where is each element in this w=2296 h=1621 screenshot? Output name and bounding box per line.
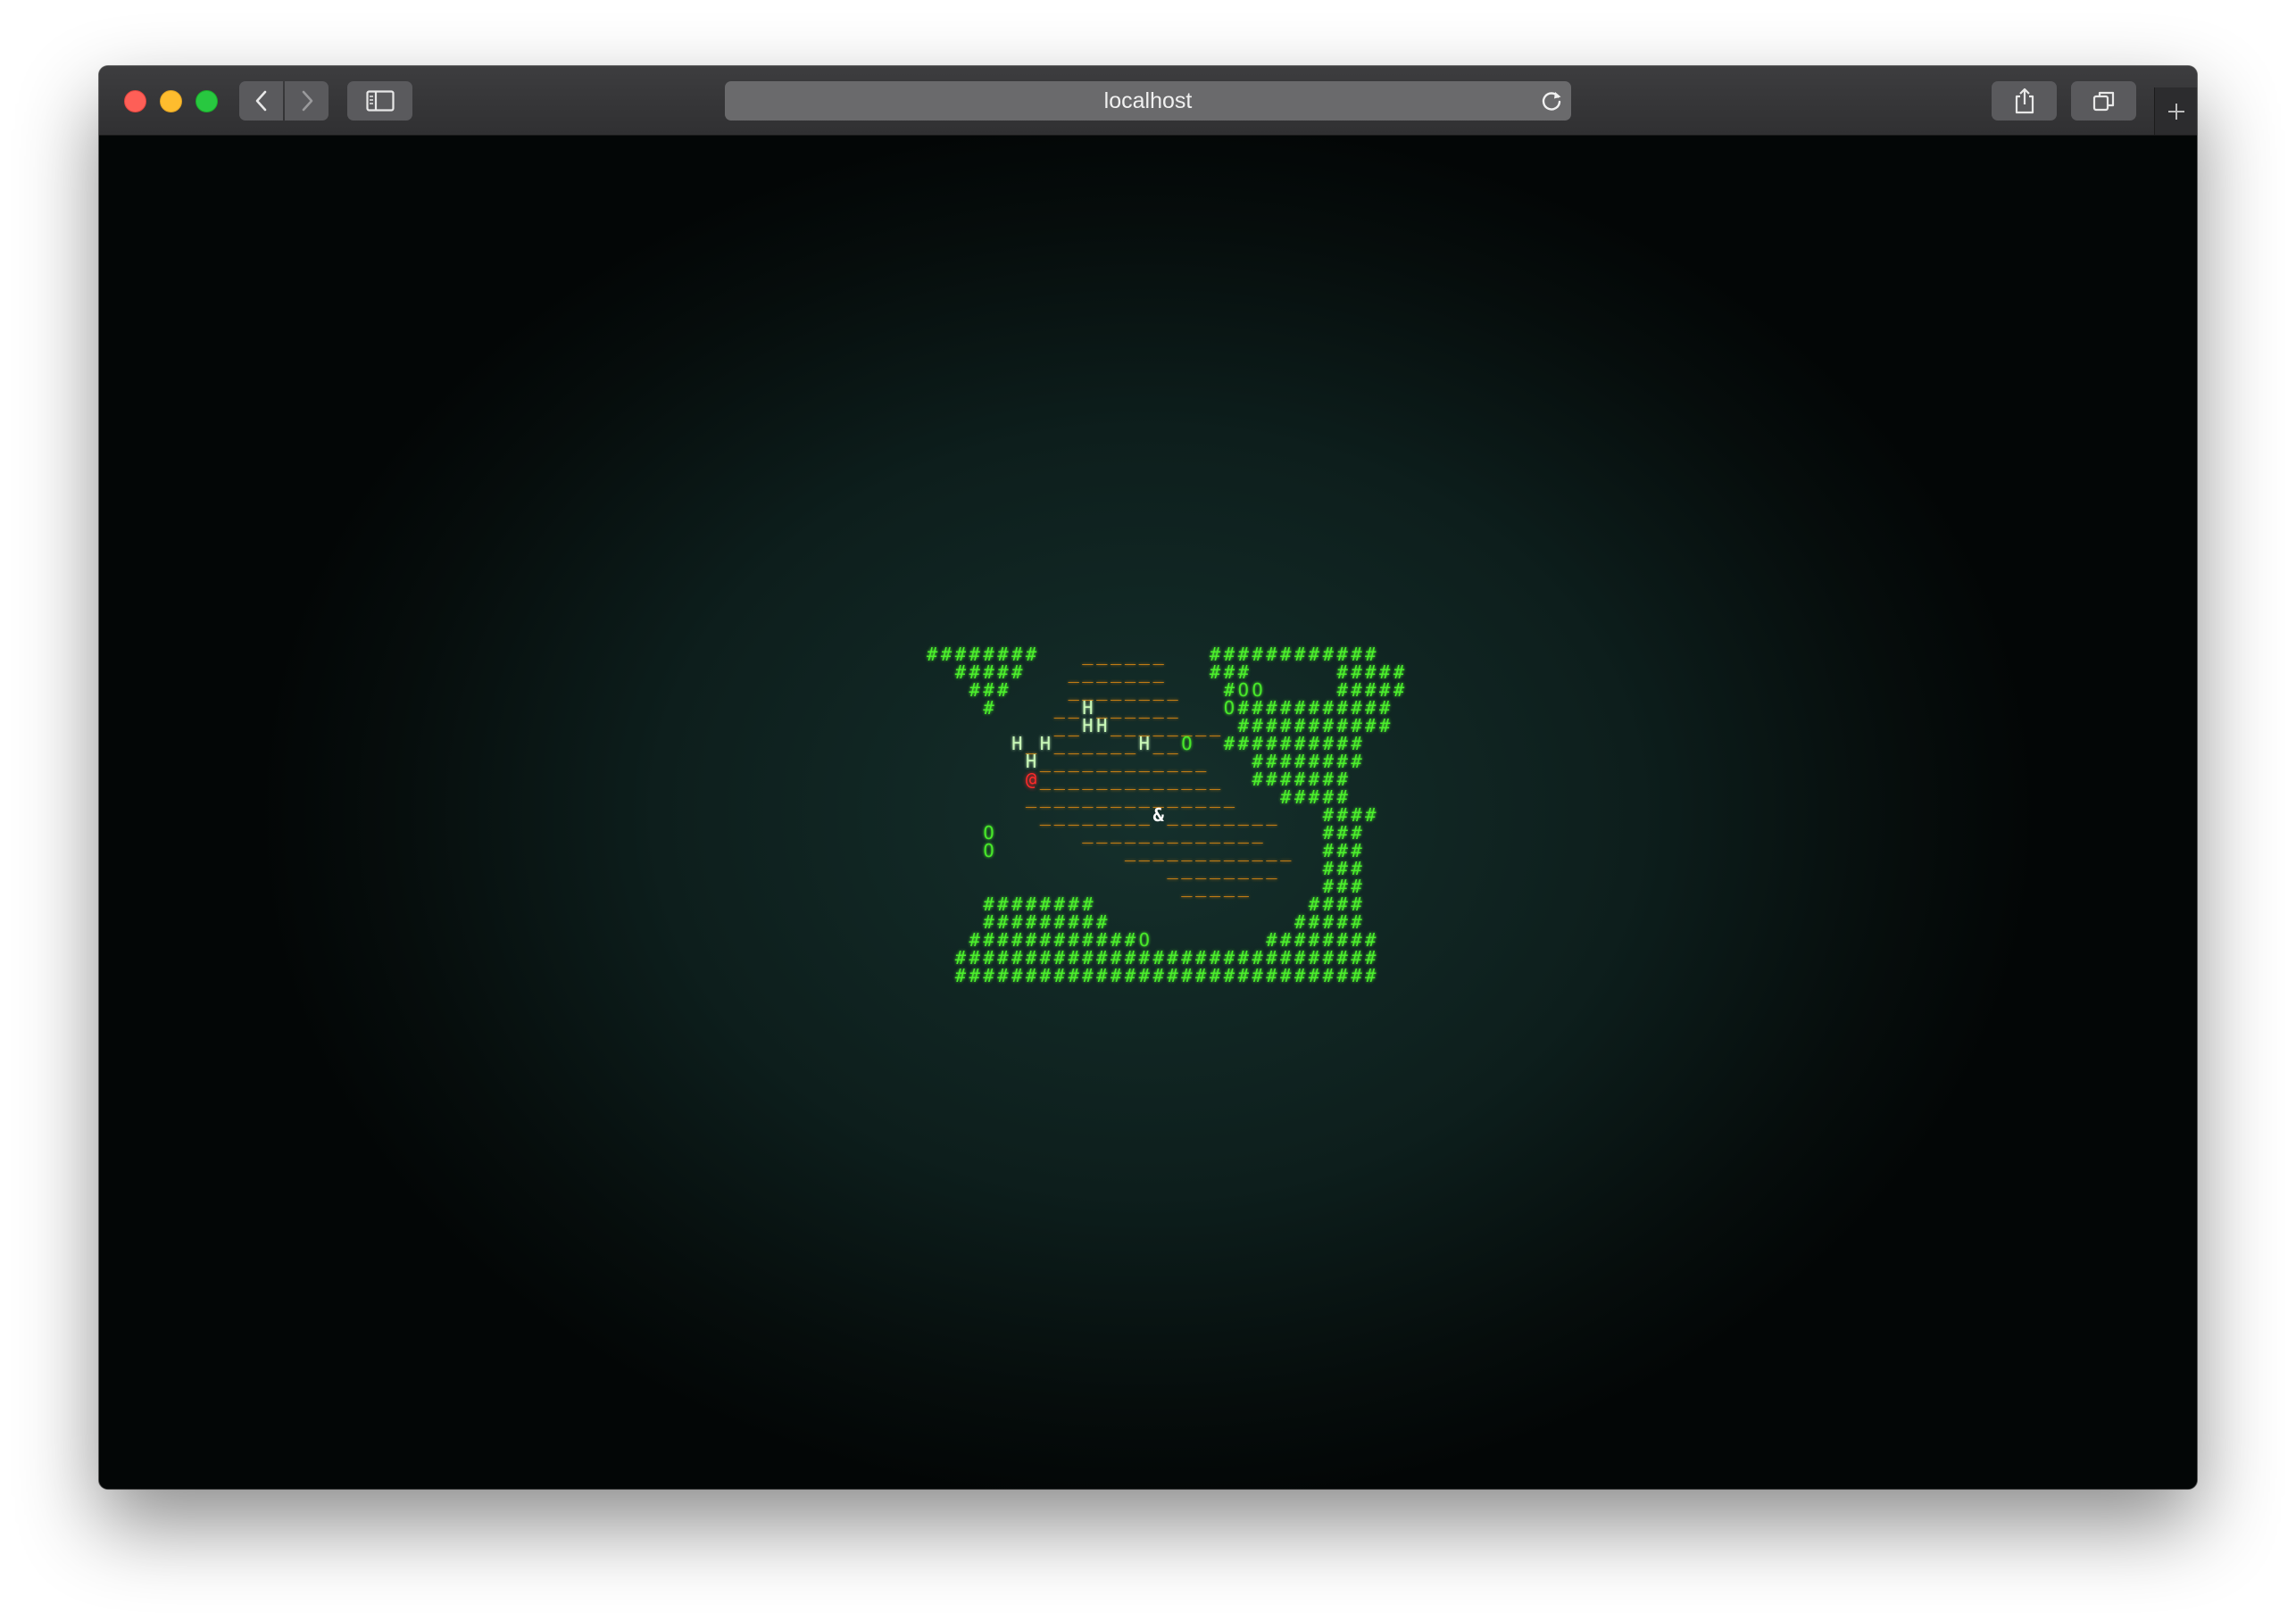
zoom-button[interactable]: [195, 90, 218, 112]
share-button[interactable]: [1992, 81, 2057, 121]
tabs-overview-icon: [2092, 91, 2114, 112]
map-row: ________ ###: [1167, 858, 1366, 879]
chevron-right-icon: [302, 90, 312, 112]
map-row: ######## ______ ############: [927, 644, 1379, 665]
map-row: @_____________ #######: [1025, 769, 1352, 790]
map-row: H____________ ########: [1025, 751, 1366, 772]
share-icon: [2015, 87, 2034, 114]
map-row: ######## ####: [983, 894, 1366, 915]
map-row: ________&________ ####: [1039, 804, 1379, 826]
new-tab-button[interactable]: [2154, 87, 2197, 135]
game-viewport[interactable]: ######## ______ ############ ##### _____…: [99, 136, 2197, 1489]
sidebar-button[interactable]: [347, 81, 412, 121]
plus-icon: [2168, 103, 2184, 120]
map-row: # __H______ O###########: [983, 697, 1393, 719]
address-bar[interactable]: localhost: [725, 81, 1571, 121]
map-row: _____ ###: [1181, 876, 1366, 897]
map-row: H_H______H__O ##########: [1011, 733, 1366, 754]
map-row: O ____________ ###: [983, 840, 1366, 861]
ascii-game-map: ######## ______ ############ ##### _____…: [927, 645, 1408, 985]
back-button[interactable]: [239, 81, 283, 121]
map-row: ##############################: [954, 965, 1379, 986]
reload-icon[interactable]: [1539, 88, 1564, 113]
map-row: ##### _______ ### #####: [954, 661, 1408, 683]
url-text: localhost: [1103, 88, 1193, 113]
chevron-left-icon: [255, 90, 266, 112]
map-row: ######### #####: [983, 911, 1366, 933]
map-row: ### ________ #OO #####: [969, 679, 1408, 701]
map-row: ##############################: [954, 947, 1379, 968]
map-row: __HH________ ###########: [1053, 715, 1393, 736]
forward-button[interactable]: [285, 81, 329, 121]
map-row: ############O ########: [969, 929, 1379, 951]
sidebar-icon: [365, 90, 395, 112]
map-row: _______________ #####: [1025, 786, 1352, 808]
browser-window: localhost ######## ______ ############ #…: [99, 66, 2197, 1489]
minimize-button[interactable]: [160, 90, 182, 112]
title-bar: localhost: [99, 66, 2197, 136]
close-button[interactable]: [124, 90, 146, 112]
tabs-overview-button[interactable]: [2071, 81, 2136, 121]
map-row: O _____________ ###: [983, 822, 1366, 844]
